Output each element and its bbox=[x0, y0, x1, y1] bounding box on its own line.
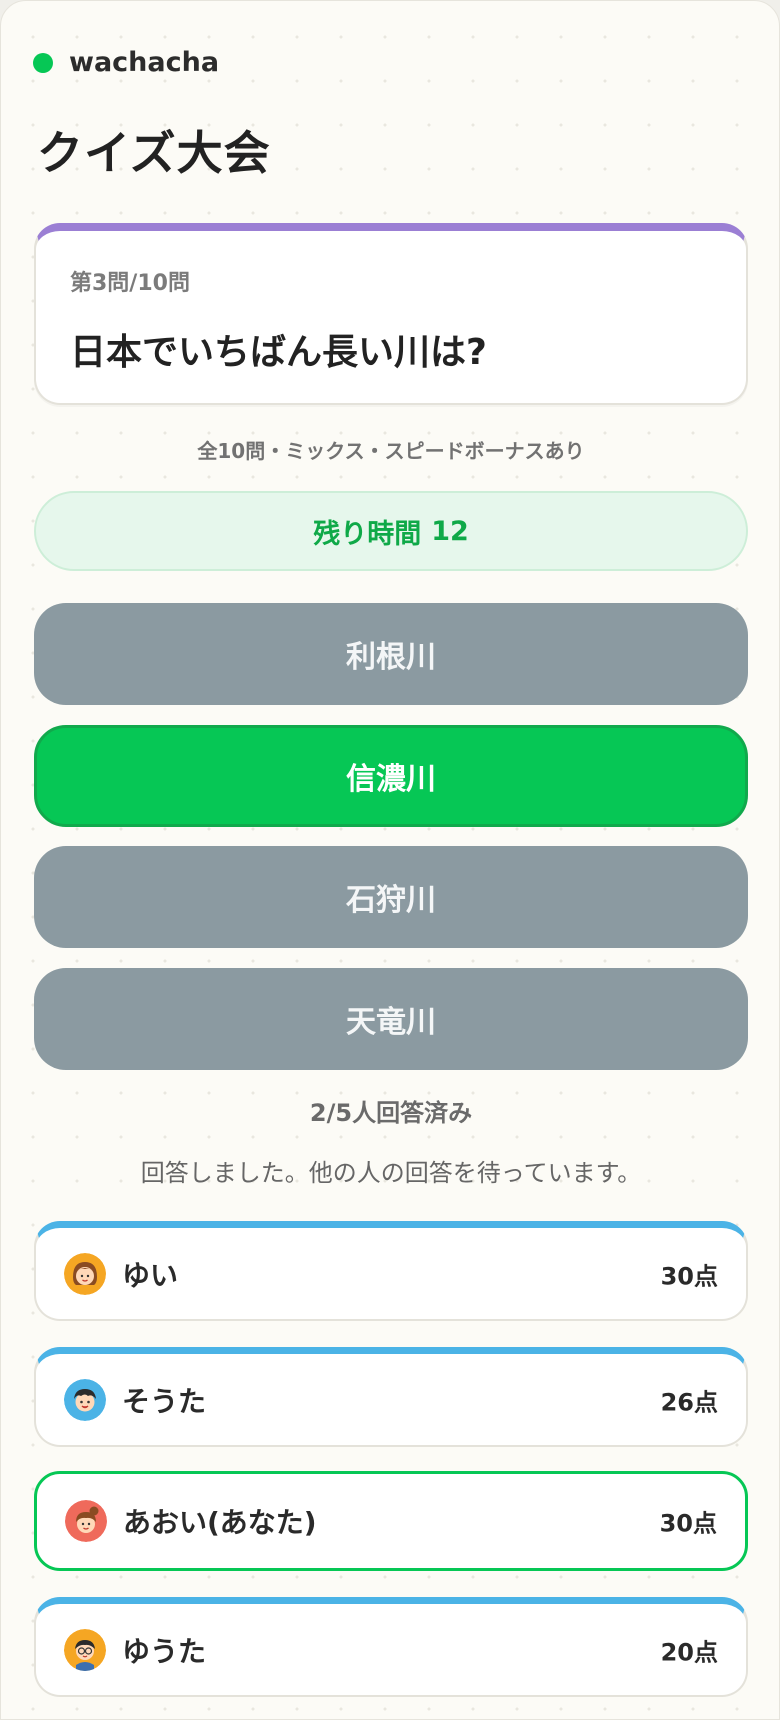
brand-dot-icon bbox=[33, 52, 53, 73]
quiz-info: 全10問・ミックス・スピードボーナスあり bbox=[197, 439, 585, 463]
boy-avatar-icon bbox=[64, 1378, 106, 1421]
timer-value: 12 bbox=[431, 515, 469, 547]
girl-avatar-icon bbox=[65, 1500, 107, 1542]
player-name: あおい(あなた) bbox=[123, 1506, 317, 1539]
choice-button-3[interactable]: 石狩川 bbox=[34, 846, 748, 948]
player-score: 20点 bbox=[660, 1638, 718, 1666]
question-card: 第3問/10問 日本でいちばん長い川は? bbox=[34, 223, 748, 405]
choice-button-2-selected[interactable]: 信濃川 bbox=[34, 725, 748, 827]
player-score: 30点 bbox=[659, 1509, 717, 1538]
choice-button-4[interactable]: 天竜川 bbox=[34, 968, 748, 1070]
player-score: 26点 bbox=[660, 1388, 718, 1416]
player-card: そうた 26点 bbox=[34, 1347, 748, 1447]
player-score: 30点 bbox=[660, 1262, 718, 1290]
timer-badge: 残り時間 12 bbox=[34, 491, 748, 571]
brand-name: wachacha bbox=[69, 47, 220, 78]
player-name: そうた bbox=[122, 1384, 207, 1418]
page-title: クイズ大会 bbox=[37, 126, 271, 180]
player-card-me: あおい(あなた) 30点 bbox=[34, 1471, 748, 1571]
answered-count: 2/5人回答済み bbox=[309, 1099, 473, 1127]
girl-avatar-icon bbox=[64, 1252, 106, 1295]
quiz-screen: wachacha クイズ大会 第3問/10問 日本でいちばん長い川は? 全10問… bbox=[0, 0, 780, 1720]
player-name: ゆうた bbox=[122, 1634, 207, 1668]
choice-button-1[interactable]: 利根川 bbox=[34, 603, 748, 705]
brand-header: wachacha bbox=[33, 47, 219, 78]
player-name: ゆい bbox=[122, 1258, 179, 1292]
question-progress: 第3問/10問 bbox=[70, 271, 190, 296]
boy-glasses-avatar-icon bbox=[64, 1628, 106, 1671]
player-card: ゆうた 20点 bbox=[34, 1597, 748, 1697]
player-card: ゆい 30点 bbox=[34, 1221, 748, 1321]
timer-label: 残り時間 bbox=[313, 518, 422, 550]
question-text: 日本でいちばん長い川は? bbox=[70, 332, 487, 373]
waiting-message: 回答しました。他の人の回答を待っています。 bbox=[140, 1159, 642, 1187]
